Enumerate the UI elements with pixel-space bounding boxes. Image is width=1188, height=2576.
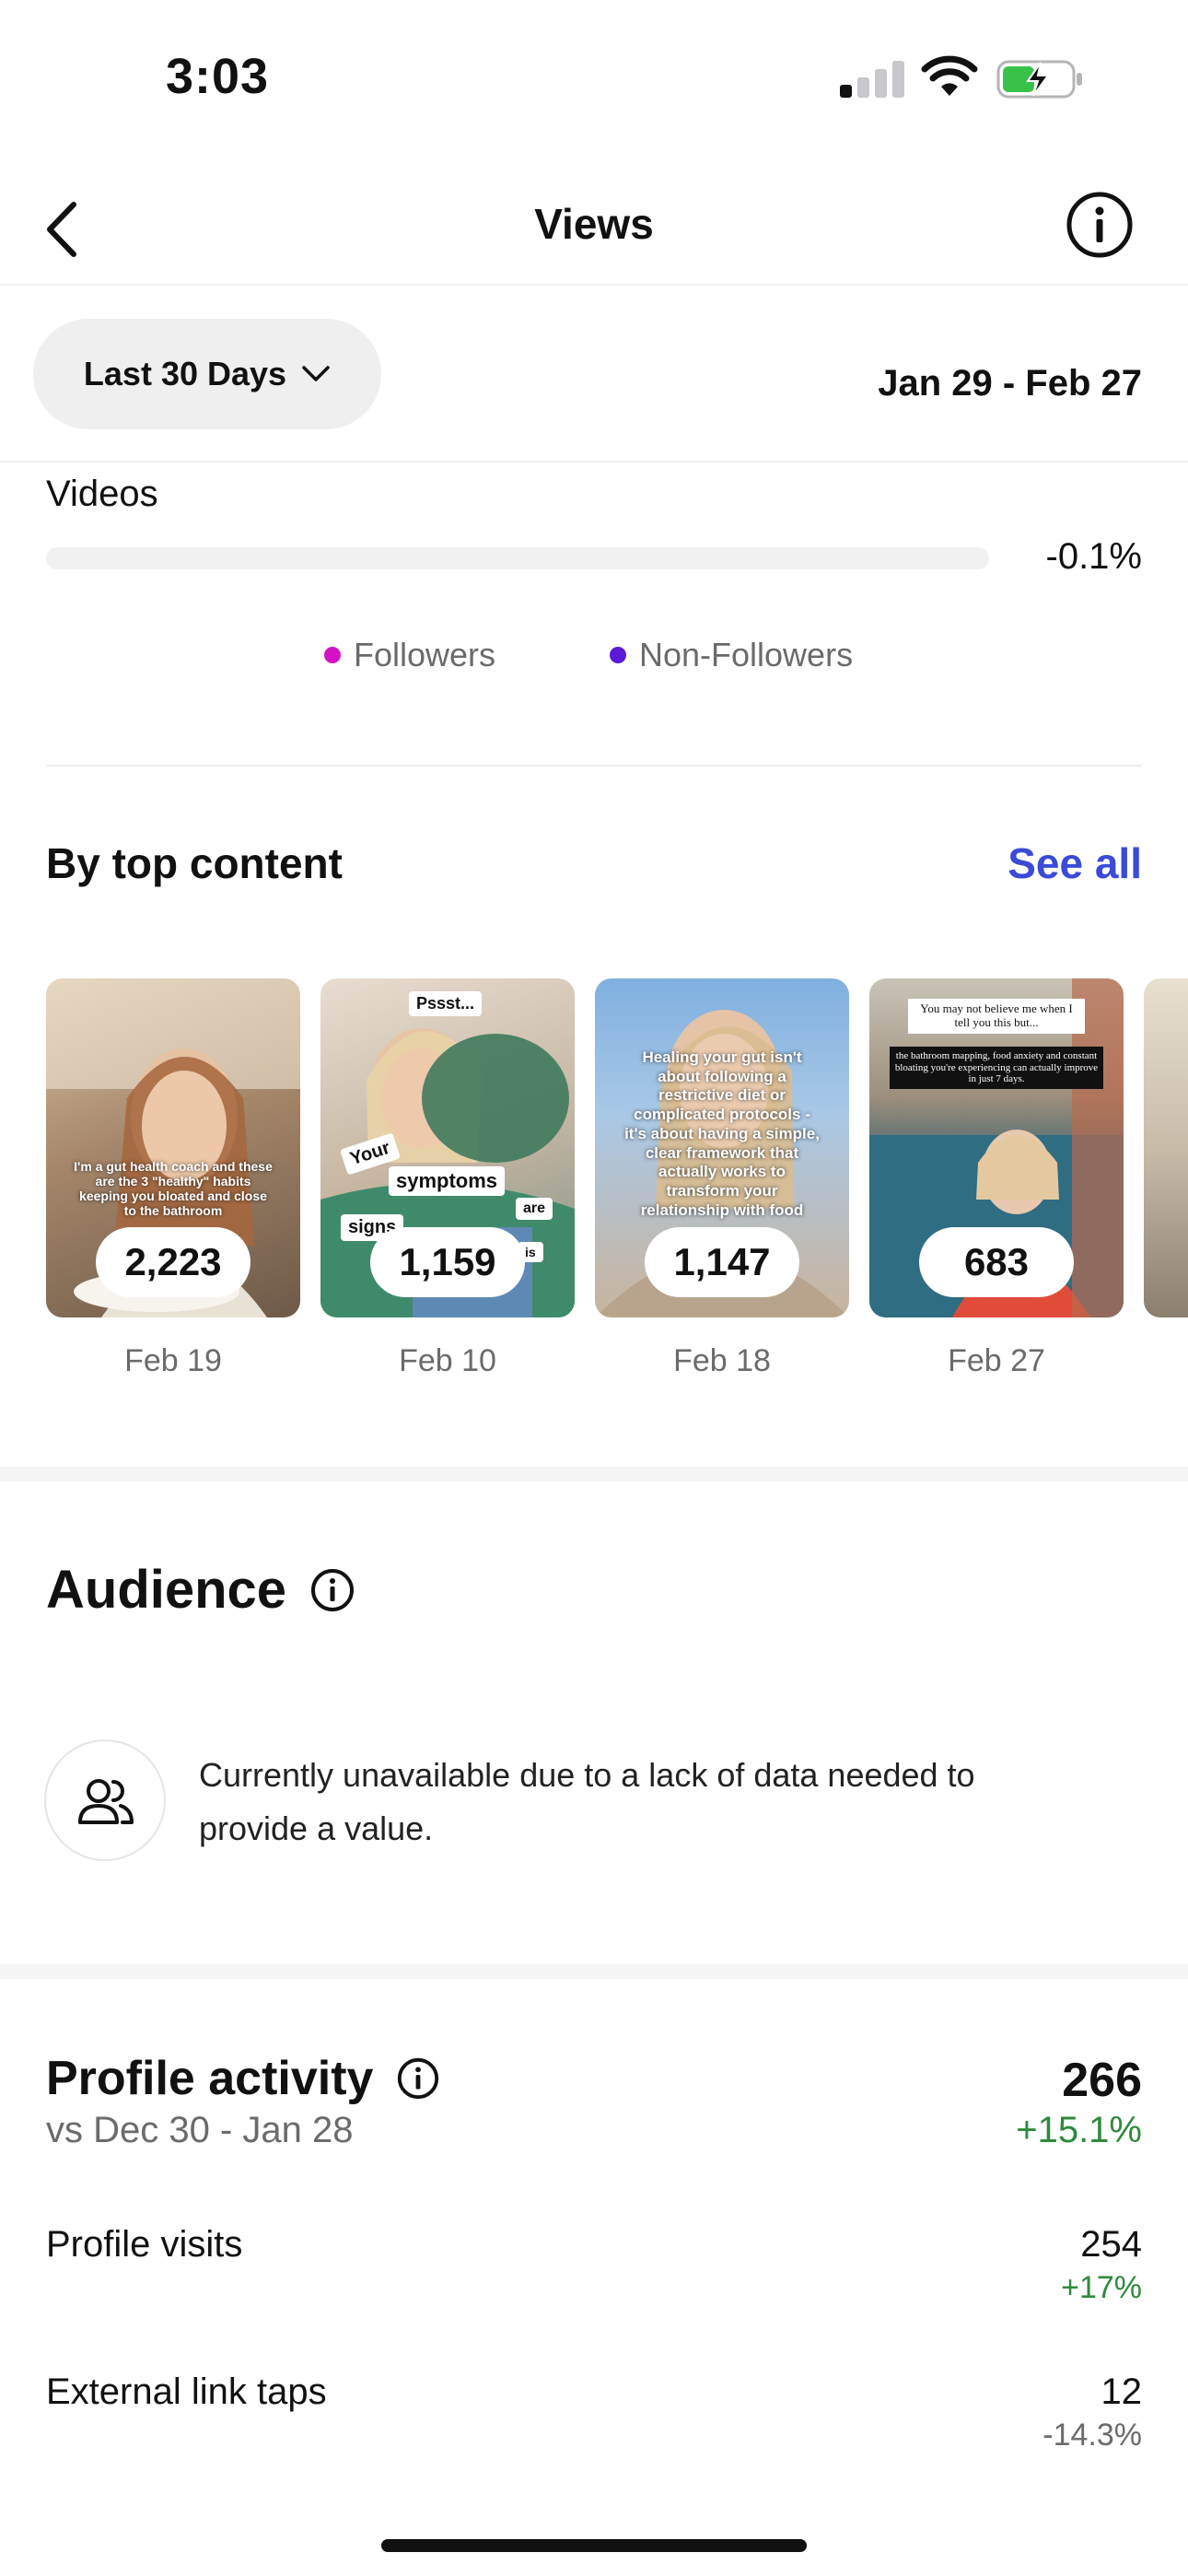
divider bbox=[46, 765, 1142, 767]
section-separator bbox=[0, 1964, 1188, 1979]
nav-header: Views bbox=[0, 175, 1188, 286]
content-thumbnail[interactable]: Pssst... Your symptoms are signs is 1,15… bbox=[320, 978, 575, 1317]
external-link-taps-change: -14.3% bbox=[1042, 2418, 1142, 2453]
profile-activity-total-change: +15.1% bbox=[1016, 2110, 1142, 2150]
info-icon[interactable] bbox=[309, 1566, 356, 1614]
profile-activity-title: Profile activity bbox=[46, 2051, 441, 2106]
profile-visits-change: +17% bbox=[1061, 2270, 1142, 2305]
external-link-taps-label: External link taps bbox=[46, 2371, 327, 2412]
thumbnail-date: Feb 19 bbox=[124, 1343, 222, 1378]
thumbnail-date: Feb 10 bbox=[399, 1343, 496, 1378]
content-thumbnail[interactable] bbox=[1144, 978, 1188, 1317]
profile-activity-comparison: vs Dec 30 - Jan 28 bbox=[46, 2110, 354, 2150]
users-icon bbox=[78, 1779, 134, 1824]
status-time: 3:03 bbox=[166, 49, 270, 104]
views-count: 2,223 bbox=[96, 1227, 250, 1297]
top-content-title: By top content bbox=[46, 839, 343, 887]
section-separator bbox=[0, 1467, 1188, 1481]
home-indicator[interactable] bbox=[381, 2539, 807, 2552]
date-range-text: Jan 29 - Feb 27 bbox=[878, 363, 1142, 404]
date-range-dropdown-label: Last 30 Days bbox=[83, 355, 287, 392]
legend-item-followers: Followers bbox=[324, 636, 495, 674]
views-count: 1,147 bbox=[645, 1227, 799, 1297]
audience-title: Audience bbox=[46, 1559, 356, 1621]
info-icon[interactable] bbox=[395, 2055, 441, 2102]
wifi-icon bbox=[921, 55, 978, 96]
status-bar: 3:03 bbox=[0, 0, 1188, 147]
videos-label: Videos bbox=[46, 474, 158, 514]
thumbnail-tag: Pssst... bbox=[409, 991, 483, 1016]
legend-label: Followers bbox=[354, 636, 496, 673]
audience-icon bbox=[44, 1739, 166, 1861]
legend-item-non-followers: Non-Followers bbox=[610, 636, 853, 674]
thumbnail-date: Feb 27 bbox=[948, 1343, 1045, 1378]
legend-dot-non-followers bbox=[610, 647, 626, 663]
info-icon[interactable] bbox=[1063, 188, 1136, 262]
videos-change: -0.1% bbox=[1045, 536, 1143, 577]
thumbnail-caption: Healing your gut isn't about following a… bbox=[624, 1048, 820, 1219]
profile-activity-title-text: Profile activity bbox=[46, 2052, 374, 2105]
audience-title-text: Audience bbox=[46, 1560, 287, 1620]
filter-row: Last 30 Days Jan 29 - Feb 27 bbox=[0, 286, 1188, 463]
thumbnail-tag: are bbox=[516, 1198, 553, 1220]
content-thumbnail[interactable]: Healing your gut isn't about following a… bbox=[595, 978, 849, 1317]
content-thumbnail[interactable]: I'm a gut health coach and these are the… bbox=[46, 978, 300, 1317]
thumbnail-tag: symptoms bbox=[389, 1166, 506, 1196]
external-link-taps-value: 12 bbox=[1101, 2371, 1143, 2412]
thumbnail-caption: the bathroom mapping, food anxiety and c… bbox=[890, 1047, 1103, 1089]
battery-charging-icon bbox=[996, 60, 1082, 99]
page-title: Views bbox=[534, 200, 654, 248]
legend-dot-followers bbox=[324, 647, 341, 663]
thumbnail-caption: I'm a gut health coach and these are the… bbox=[74, 1159, 273, 1219]
videos-progress-bar bbox=[46, 547, 989, 569]
chevron-down-icon bbox=[302, 366, 330, 381]
date-range-dropdown[interactable]: Last 30 Days bbox=[33, 319, 381, 429]
thumbnail-caption: You may not believe me when I tell you t… bbox=[908, 999, 1085, 1034]
views-count: 1,159 bbox=[370, 1227, 525, 1297]
see-all-link[interactable]: See all bbox=[1007, 838, 1142, 888]
legend-label: Non-Followers bbox=[639, 636, 854, 673]
views-count: 683 bbox=[919, 1227, 1074, 1297]
profile-visits-value: 254 bbox=[1080, 2224, 1142, 2265]
profile-activity-total: 266 bbox=[1062, 2054, 1142, 2107]
cellular-signal-icon bbox=[840, 59, 906, 98]
top-content-carousel[interactable]: I'm a gut health coach and these are the… bbox=[46, 978, 1188, 1384]
audience-unavailable-message: Currently unavailable due to a lack of d… bbox=[199, 1756, 975, 1847]
profile-visits-label: Profile visits bbox=[46, 2224, 243, 2265]
content-thumbnail[interactable]: You may not believe me when I tell you t… bbox=[869, 978, 1124, 1317]
legend: Followers Non-Followers bbox=[0, 636, 1188, 682]
thumbnail-date: Feb 18 bbox=[673, 1343, 771, 1378]
